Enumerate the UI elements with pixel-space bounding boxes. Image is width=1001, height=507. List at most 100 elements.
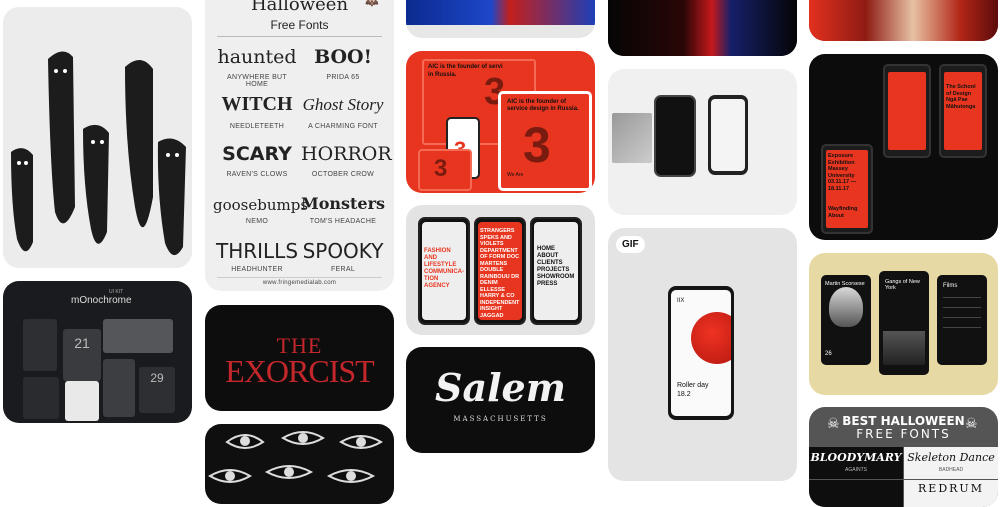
font-sample: WITCH bbox=[221, 93, 293, 115]
pin-exposure-exhibition[interactable]: The School of Design Ngā Pae Māhutonga E… bbox=[809, 54, 998, 240]
bloodymary-font: BLOODYMARY bbox=[810, 451, 902, 464]
phone-mockup: IIX Roller day 18.2 bbox=[668, 286, 734, 420]
website-footer: www.fringemedialab.com bbox=[262, 280, 337, 286]
salem-title: Salem bbox=[435, 365, 566, 410]
pin-salem-massachusetts[interactable]: Salem MASSACHUSETTS bbox=[406, 347, 595, 453]
phone-screen: HOME ABOUT CLIENTS PROJECTS SHOWROOM PRE… bbox=[530, 217, 582, 325]
pin-aic-service-design[interactable]: AIC is the founder of servi in Russia. 3… bbox=[406, 51, 595, 193]
ui-screen-number: 21 bbox=[63, 329, 101, 381]
font-tile-dark-2 bbox=[809, 480, 903, 507]
photo bbox=[608, 0, 797, 56]
font-name: OCTOBER CROW bbox=[311, 171, 375, 178]
iix-logo: IIX bbox=[677, 298, 685, 304]
roller-number: 18.2 bbox=[677, 391, 691, 398]
ui-screen-photo bbox=[103, 319, 173, 353]
divider bbox=[217, 277, 382, 278]
pin-blue-red-photo[interactable] bbox=[406, 0, 595, 38]
divider bbox=[217, 36, 382, 37]
exposure-text: Exposure Exhibition Massey University 03… bbox=[828, 153, 857, 192]
free-fonts-subtitle: Free Fonts bbox=[270, 18, 329, 32]
pin-halloween-free-fonts[interactable]: 🦇 Halloween Free Fonts haunted ANYWHERE … bbox=[205, 0, 394, 291]
phone2-text: STRANGERS SPEKS AND VIOLETS DEPARTMENT O… bbox=[480, 228, 520, 319]
ui-screen-list bbox=[103, 359, 135, 417]
pin-roller-day-gif[interactable]: GIF IIX Roller day 18.2 bbox=[608, 228, 797, 481]
monochrome-title: mOnochrome bbox=[71, 295, 132, 306]
pin-the-exorcist[interactable]: THE EXORCIST bbox=[205, 305, 394, 411]
font-name: NEMO bbox=[245, 218, 269, 225]
font-tile-dark: BLOODYMARY AGAINTS bbox=[809, 447, 903, 479]
phone-screen-top-right: The School of Design Ngā Pae Māhutonga bbox=[939, 64, 987, 158]
pin-strangers-mobile[interactable]: FASHION AND LIFESTYLE COMMUNICA- TION AG… bbox=[406, 205, 595, 335]
tablet-number: 3 bbox=[523, 117, 551, 173]
bloodymary-sub: AGAINTS bbox=[845, 467, 867, 473]
font-name: RAVEN'S CLOWS bbox=[226, 171, 288, 178]
redrum-font: REDRUM bbox=[918, 482, 984, 495]
pin-best-halloween-fonts[interactable]: ☠ ☠ BEST HALLOWEEN FREE FONTS BLOODYMARY… bbox=[809, 407, 998, 507]
pin-dark-red-photo[interactable] bbox=[608, 0, 797, 56]
pin-ghost-figures[interactable] bbox=[3, 7, 192, 268]
pin-iphone-mockup[interactable] bbox=[608, 69, 797, 215]
font-sample: SCARY bbox=[222, 143, 292, 165]
ui-screen-dark bbox=[23, 377, 59, 419]
ghost-figures-illustration bbox=[11, 51, 186, 256]
exorcist-line2: EXORCIST bbox=[225, 353, 374, 389]
font-sample: BOO! bbox=[314, 46, 372, 68]
iphone-black bbox=[654, 95, 696, 177]
font-name: HEADHUNTER bbox=[231, 266, 283, 273]
phone-menu: Films bbox=[937, 275, 987, 365]
red-circle bbox=[691, 312, 731, 364]
phone-film: Gangs of New York bbox=[879, 271, 929, 375]
halloween-title: Halloween bbox=[250, 0, 349, 15]
font-name: FERAL bbox=[330, 266, 356, 273]
ui-screen-white bbox=[65, 381, 99, 421]
wayfinding-text: Wayfinding About bbox=[828, 206, 858, 219]
font-sample: goosebumps bbox=[213, 196, 309, 214]
aic-headline: AIC is the founder of service design in … bbox=[507, 99, 579, 112]
best-halloween-title: BEST HALLOWEEN bbox=[842, 414, 965, 428]
pin-monochrome-ui-kit[interactable]: UI KIT mOnochrome 21 29 bbox=[3, 281, 192, 423]
font-sample: THRILLS bbox=[215, 239, 299, 263]
tablet: AIC is the founder of service design in … bbox=[498, 91, 592, 191]
ui-screen-calendar: 29 bbox=[139, 367, 175, 413]
phone-screen-bottom: Exposure Exhibition Massey University 03… bbox=[821, 144, 873, 234]
we-are-logo: We Are bbox=[507, 172, 524, 178]
film-count: 26 bbox=[825, 351, 832, 357]
skeleton-dance-font: Skeleton Dance bbox=[907, 451, 995, 464]
pin-eyes-pattern[interactable] bbox=[205, 424, 394, 504]
film-title: Gangs of New York bbox=[885, 279, 920, 291]
photo-paper bbox=[612, 113, 652, 163]
aic-headline-partial-2: in Russia. bbox=[428, 72, 457, 78]
skeleton-dance-sub: BADHEAD bbox=[938, 467, 964, 473]
font-name: TOM'S HEADACHE bbox=[309, 218, 377, 225]
ui-screen bbox=[23, 319, 57, 371]
font-tile-light-2: REDRUM bbox=[904, 480, 998, 507]
phone2-number: 3 bbox=[434, 155, 448, 182]
salem-subtitle: MASSACHUSETTS bbox=[453, 415, 548, 423]
photo bbox=[406, 0, 595, 25]
aic-headline-partial: AIC is the founder of servi bbox=[428, 64, 503, 70]
font-tile-light: Skeleton Dance BADHEAD bbox=[904, 447, 998, 479]
font-sample: haunted bbox=[217, 46, 297, 68]
pin-scorsese-films[interactable]: Martin Scorsese 26 Gangs of New York Fil… bbox=[809, 253, 998, 395]
films-menu: Films bbox=[943, 283, 958, 289]
iphone-white bbox=[708, 95, 748, 175]
font-sample: HORROR bbox=[301, 143, 392, 165]
font-name: ANYWHERE BUT HOME bbox=[227, 74, 287, 88]
phone-screen-top-left bbox=[883, 64, 931, 158]
font-sample: Monsters bbox=[301, 194, 386, 213]
roller-caption: Roller day bbox=[677, 382, 709, 389]
eyes-illustration bbox=[208, 431, 383, 483]
font-sample: SPOOKY bbox=[302, 239, 384, 263]
school-of-design: The School of Design Ngā Pae Māhutonga bbox=[946, 84, 976, 110]
pin-red-faces-photo[interactable] bbox=[809, 0, 998, 41]
font-name: PRIDA 65 bbox=[326, 74, 360, 81]
phone1-text: FASHION AND LIFESTYLE COMMUNICA- TION AG… bbox=[424, 248, 464, 289]
gif-badge: GIF bbox=[616, 236, 645, 253]
phone-screen: STRANGERS SPEKS AND VIOLETS DEPARTMENT O… bbox=[474, 217, 526, 325]
phone3-text: HOME ABOUT CLIENTS PROJECTS SHOWROOM PRE… bbox=[537, 246, 575, 287]
phone-screen: FASHION AND LIFESTYLE COMMUNICA- TION AG… bbox=[418, 217, 470, 325]
font-sample: Ghost Story bbox=[302, 95, 384, 114]
phone-portrait: Martin Scorsese 26 bbox=[821, 275, 871, 365]
font-name: NEEDLETEETH bbox=[229, 123, 285, 130]
scorsese-name: Martin Scorsese bbox=[825, 281, 865, 287]
